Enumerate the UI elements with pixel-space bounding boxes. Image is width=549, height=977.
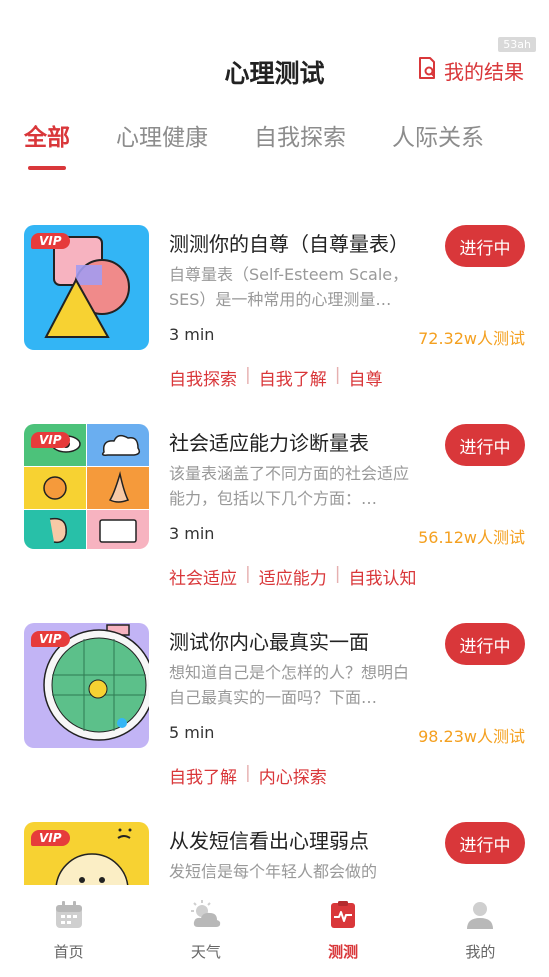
test-thumbnail: VIP bbox=[24, 623, 149, 748]
battery-badge: 53ah bbox=[498, 37, 536, 52]
nav-label: 天气 bbox=[190, 943, 221, 961]
tag[interactable]: 内心探索 bbox=[259, 763, 327, 788]
test-title: 从发短信看出心理弱点 bbox=[169, 829, 369, 853]
vip-badge: VIP bbox=[31, 432, 70, 448]
active-tab-indicator bbox=[28, 166, 66, 170]
calendar-icon bbox=[54, 899, 84, 931]
in-progress-button[interactable]: 进行中 bbox=[445, 225, 525, 267]
vip-badge: VIP bbox=[31, 631, 70, 647]
weather-icon bbox=[190, 899, 222, 931]
tag[interactable]: 社会适应 bbox=[169, 564, 237, 589]
tag-separator: | bbox=[245, 763, 251, 783]
nav-home[interactable]: 首页 bbox=[0, 885, 137, 977]
tag[interactable]: 自尊 bbox=[348, 365, 382, 390]
test-thumbnail: VIP bbox=[24, 822, 149, 885]
test-title: 测测你的自尊（自尊量表） bbox=[169, 232, 409, 256]
tab-label: 自我探索 bbox=[254, 125, 346, 151]
tag-separator: | bbox=[334, 564, 341, 584]
tag[interactable]: 自我探索 bbox=[169, 365, 237, 390]
test-duration: 5 min bbox=[169, 723, 215, 742]
test-duration: 3 min bbox=[169, 325, 215, 344]
test-card[interactable]: VIP 社会适应能力诊断量表 该量表涵盖了不同方面的社会适应能力，包括以下几个方… bbox=[24, 424, 525, 623]
test-description: 该量表涵盖了不同方面的社会适应能力，包括以下几个方面：… bbox=[169, 464, 410, 508]
test-title: 社会适应能力诊断量表 bbox=[169, 431, 369, 455]
test-description: 想知道自己是个怎样的人？想明白自己最真实的一面吗？下面… bbox=[169, 663, 410, 707]
test-card[interactable]: VIP 测试你内心最真实一面 想知道自己是个怎样的人？想明白自己最真实的一面吗？… bbox=[24, 623, 525, 822]
test-list[interactable]: VIP 测测你的自尊（自尊量表） 自尊量表（Self-Esteem Scale，… bbox=[24, 225, 525, 885]
tag-separator: | bbox=[334, 365, 341, 385]
test-card[interactable]: VIP 测测你的自尊（自尊量表） 自尊量表（Self-Esteem Scale，… bbox=[24, 225, 525, 424]
vip-badge: VIP bbox=[31, 830, 70, 846]
test-participants: 72.32w人测试 bbox=[418, 329, 525, 348]
test-duration: 3 min bbox=[169, 524, 215, 543]
test-description: 自尊量表（Self-Esteem Scale，SES）是一种常用的心理测量… bbox=[169, 265, 409, 309]
test-thumbnail: VIP bbox=[24, 424, 149, 549]
tab-label: 人际关系 bbox=[392, 125, 484, 151]
tab-all[interactable]: 全部 bbox=[24, 118, 70, 170]
tab-label: 心理健康 bbox=[116, 125, 208, 151]
nav-profile[interactable]: 我的 bbox=[412, 885, 549, 977]
tag[interactable]: 自我了解 bbox=[259, 365, 327, 390]
person-icon bbox=[465, 899, 495, 931]
tab-self-exploration[interactable]: 自我探索 bbox=[254, 118, 346, 152]
in-progress-button[interactable]: 进行中 bbox=[445, 822, 525, 864]
result-doc-icon bbox=[418, 57, 436, 84]
category-tabs: 全部 心理健康 自我探索 人际关系 bbox=[24, 118, 530, 170]
tab-mental-health[interactable]: 心理健康 bbox=[116, 118, 208, 152]
tag[interactable]: 适应能力 bbox=[259, 564, 327, 589]
in-progress-button[interactable]: 进行中 bbox=[445, 424, 525, 466]
nav-weather[interactable]: 天气 bbox=[137, 885, 274, 977]
test-tags: 自我了解 | 内心探索 bbox=[169, 763, 327, 788]
test-participants: 56.12w人测试 bbox=[418, 528, 525, 547]
my-results-button[interactable]: 我的结果 bbox=[418, 56, 524, 85]
test-description: 发短信是每个年轻人都会做的 bbox=[169, 862, 378, 881]
nav-tests[interactable]: 测测 bbox=[275, 885, 412, 977]
bottom-navigation: 首页 天气 测测 我的 bbox=[0, 885, 549, 977]
in-progress-button[interactable]: 进行中 bbox=[445, 623, 525, 665]
test-participants: 98.23w人测试 bbox=[418, 727, 525, 746]
nav-label: 我的 bbox=[465, 943, 496, 961]
test-card[interactable]: VIP 从发短信看出心理弱点 发短信是每个年轻人都会做的 进行中 bbox=[24, 822, 525, 885]
tab-relationships[interactable]: 人际关系 bbox=[392, 118, 484, 152]
test-tags: 社会适应 | 适应能力 | 自我认知 bbox=[169, 564, 416, 589]
tag[interactable]: 自我认知 bbox=[348, 564, 416, 589]
tag-separator: | bbox=[245, 365, 251, 385]
tag-separator: | bbox=[245, 564, 251, 584]
header: 心理测试 我的结果 bbox=[0, 52, 549, 92]
my-results-label: 我的结果 bbox=[444, 60, 524, 84]
tag[interactable]: 自我了解 bbox=[169, 763, 237, 788]
pulse-clipboard-icon bbox=[328, 899, 358, 931]
nav-label: 首页 bbox=[53, 943, 84, 961]
test-title: 测试你内心最真实一面 bbox=[169, 630, 369, 654]
nav-label: 测测 bbox=[328, 943, 359, 961]
test-tags: 自我探索 | 自我了解 | 自尊 bbox=[169, 365, 382, 390]
vip-badge: VIP bbox=[31, 233, 70, 249]
test-thumbnail: VIP bbox=[24, 225, 149, 350]
tab-label: 全部 bbox=[24, 125, 70, 151]
